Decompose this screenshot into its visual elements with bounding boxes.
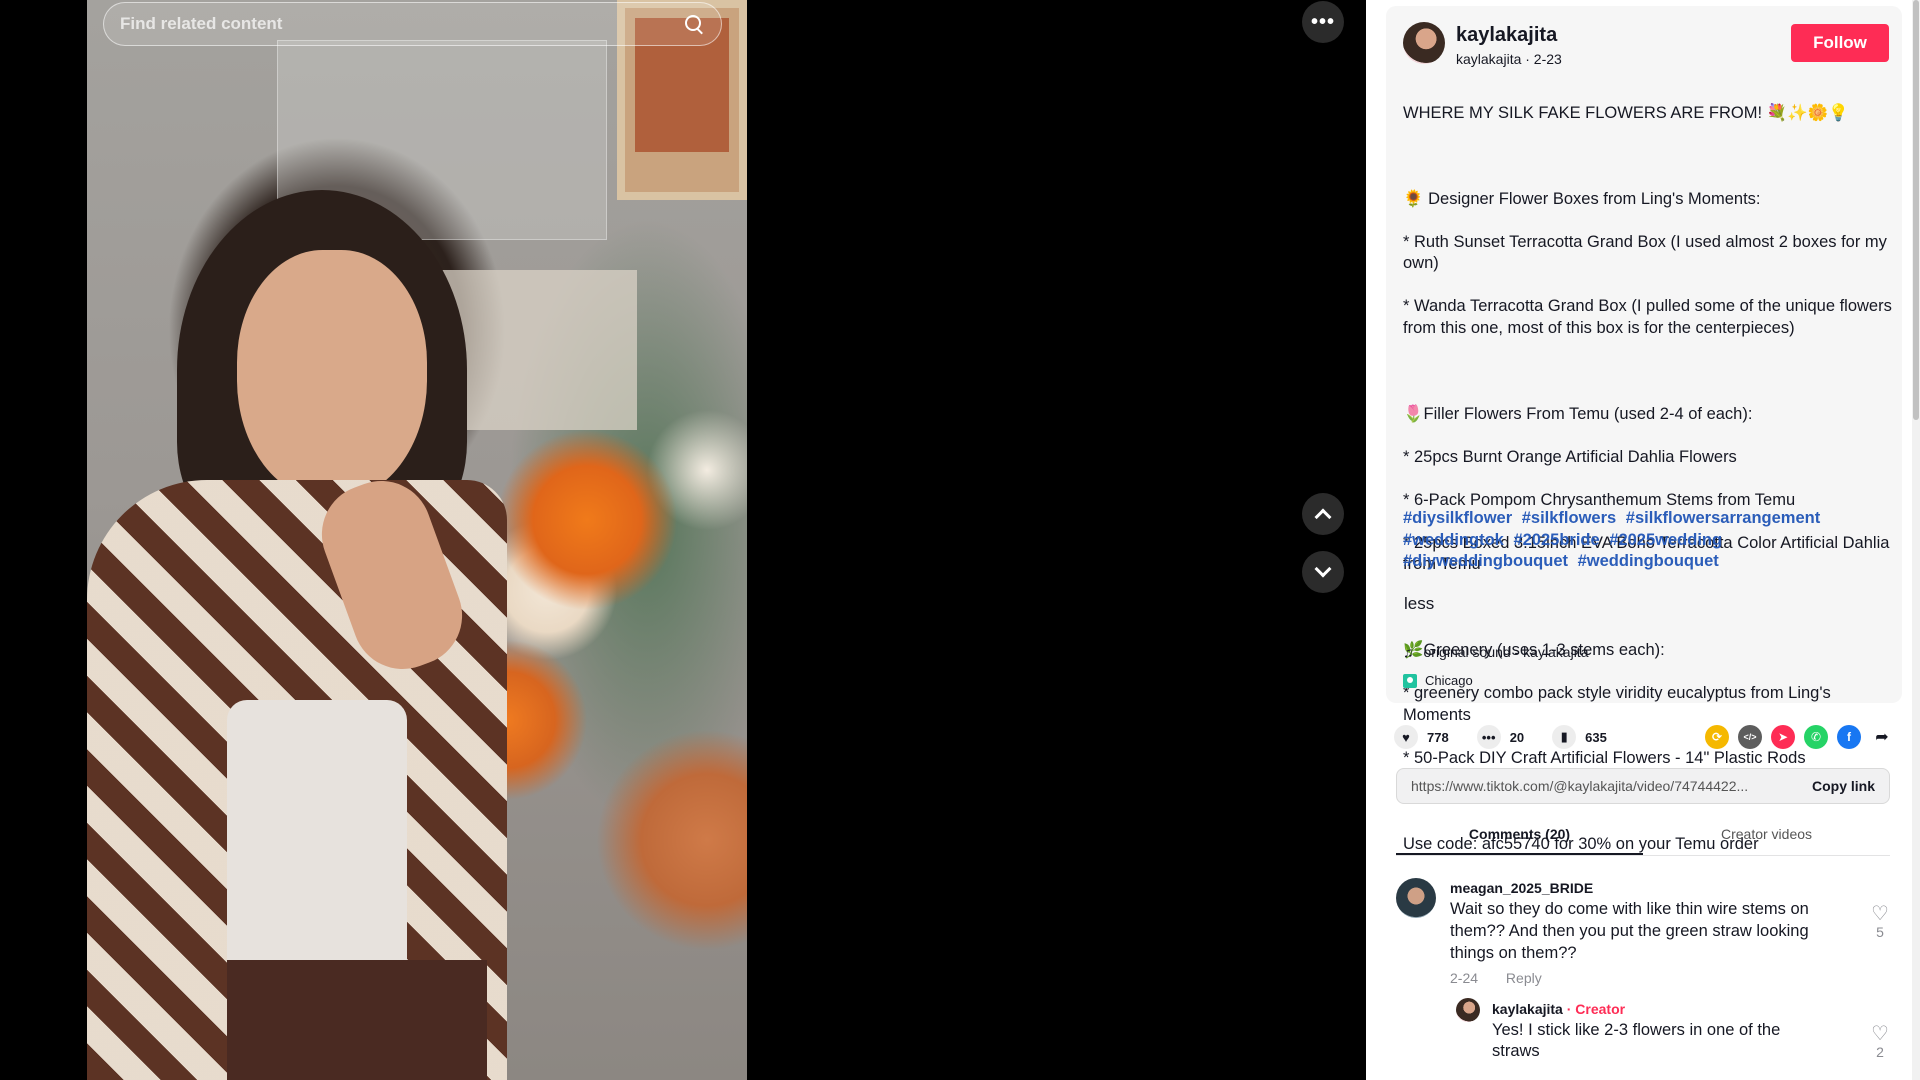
- video-area: Find related content •••: [0, 0, 1366, 1080]
- comment-like-count: 5: [1876, 924, 1884, 940]
- hashtag-link[interactable]: #diysilkflower: [1403, 509, 1512, 527]
- location-label: Chicago: [1425, 673, 1473, 688]
- whatsapp-icon[interactable]: ✆: [1804, 725, 1828, 749]
- chevron-up-icon: [1314, 508, 1332, 526]
- panel-tabs: Comments (20) Creator videos: [1396, 818, 1890, 856]
- author-handle-date: kaylakajita · 2-23: [1456, 51, 1562, 67]
- search-input[interactable]: Find related content: [120, 14, 683, 34]
- search-icon[interactable]: [683, 13, 705, 35]
- reply-user[interactable]: kaylakajita · Creator: [1492, 1001, 1625, 1017]
- sound-label: original sound - kaylakajita: [1423, 644, 1589, 660]
- heart-outline-icon: ♡: [1871, 903, 1889, 925]
- comment-icon: •••: [1476, 725, 1501, 749]
- share-icons: ⟳ </> ➤ ✆ f ➦: [1705, 725, 1894, 749]
- hashtag-link[interactable]: #weddingtok: [1403, 531, 1504, 549]
- reply-button[interactable]: Reply: [1506, 970, 1542, 986]
- hashtag-link[interactable]: #diyweddingbouquet: [1403, 552, 1568, 570]
- description-line: WHERE MY SILK FAKE FLOWERS ARE FROM! 💐✨🌼…: [1403, 103, 1849, 122]
- reply-like[interactable]: ♡ 2: [1870, 1024, 1890, 1060]
- video-link-box: https://www.tiktok.com/@kaylakajita/vide…: [1396, 768, 1890, 804]
- like-button[interactable]: ♥ 778: [1394, 725, 1449, 749]
- embed-icon[interactable]: </>: [1738, 725, 1762, 749]
- panel-scrollbar[interactable]: [1912, 0, 1920, 1080]
- creator-badge: · Creator: [1566, 1001, 1626, 1017]
- author-name[interactable]: kaylakajita: [1456, 24, 1557, 47]
- scrollbar-thumb[interactable]: [1913, 0, 1919, 420]
- follow-button[interactable]: Follow: [1791, 24, 1889, 62]
- chevron-down-icon: [1314, 560, 1332, 578]
- app-root: Find related content ••• kaylakajita kay…: [0, 0, 1920, 1080]
- heart-outline-icon: ♡: [1871, 1023, 1889, 1045]
- search-bar[interactable]: Find related content: [103, 2, 722, 46]
- next-video-button[interactable]: [1302, 551, 1344, 593]
- hashtag-link[interactable]: #silkflowers: [1522, 509, 1616, 527]
- description-line: 🌷Filler Flowers From Temu (used 2-4 of e…: [1403, 404, 1753, 423]
- description-line: * 25pcs Burnt Orange Artificial Dahlia F…: [1403, 447, 1737, 466]
- description-line: * Ruth Sunset Terracotta Grand Box (I us…: [1403, 232, 1887, 273]
- more-icon: •••: [1310, 10, 1335, 33]
- author-avatar[interactable]: [1403, 22, 1445, 64]
- reply-like-count: 2: [1876, 1044, 1884, 1060]
- tab-creator-videos[interactable]: Creator videos: [1643, 818, 1890, 855]
- video-link-url[interactable]: https://www.tiktok.com/@kaylakajita/vide…: [1411, 778, 1798, 794]
- comment-meta: 2-24 Reply: [1450, 970, 1542, 986]
- description-line: 🌻 Designer Flower Boxes from Ling's Mome…: [1403, 189, 1761, 208]
- hashtag-list: #diysilkflower #silkflowers #silkflowers…: [1403, 508, 1893, 573]
- video-person-face: [237, 250, 427, 500]
- description-line: * greenery combo pack style viridity euc…: [1403, 684, 1831, 724]
- save-count: 635: [1585, 729, 1607, 745]
- hashtag-link[interactable]: #2025bride: [1513, 531, 1599, 549]
- comment-button[interactable]: ••• 20: [1476, 725, 1525, 749]
- description-line: [1403, 597, 1893, 619]
- facebook-icon[interactable]: f: [1837, 725, 1861, 749]
- reply-text: Yes! I stick like 2-3 flowers in one of …: [1492, 1021, 1781, 1060]
- description-card: kaylakajita kaylakajita · 2-23 Follow WH…: [1386, 6, 1902, 853]
- hashtag-link[interactable]: #silkflowersarrangement: [1626, 509, 1820, 527]
- description-line: [1403, 146, 1893, 168]
- video-player[interactable]: [87, 0, 747, 1080]
- tab-comments[interactable]: Comments (20): [1396, 818, 1643, 855]
- hashtag-link[interactable]: #2025wedding: [1609, 531, 1722, 549]
- comment-item: meagan_2025_BRIDE Wait so they do come w…: [1396, 878, 1890, 988]
- location-pin-icon: [1403, 673, 1417, 688]
- copy-link-button[interactable]: Copy link: [1812, 778, 1875, 794]
- comment-count: 20: [1509, 729, 1525, 745]
- less-toggle[interactable]: less: [1404, 594, 1434, 614]
- description-line: [1403, 361, 1893, 383]
- description-line: * Wanda Terracotta Grand Box (I pulled s…: [1403, 297, 1892, 337]
- video-person-pants: [227, 960, 487, 1080]
- more-options-button[interactable]: •••: [1302, 1, 1344, 43]
- commenter-avatar[interactable]: [1396, 878, 1436, 918]
- location-tag[interactable]: Chicago: [1403, 673, 1473, 688]
- sound-link[interactable]: ♫ original sound - kaylakajita: [1403, 644, 1588, 660]
- share-arrow-icon[interactable]: ➦: [1870, 725, 1894, 749]
- like-count: 778: [1427, 729, 1449, 745]
- repost-icon[interactable]: ⟳: [1705, 725, 1729, 749]
- comment-date: 2-24: [1450, 970, 1479, 986]
- hashtag-link[interactable]: #weddingbouquet: [1578, 552, 1719, 570]
- action-bar: ♥ 778 ••• 20 ▮ 635 ⟳ </> ➤ ✆ f ➦: [1394, 722, 1894, 752]
- comment-text: Wait so they do come with like thin wire…: [1450, 900, 1809, 962]
- heart-icon: ♥: [1394, 725, 1418, 749]
- reply-item: kaylakajita · Creator Yes! I stick like …: [1456, 998, 1890, 1068]
- video-description: WHERE MY SILK FAKE FLOWERS ARE FROM! 💐✨🌼…: [1403, 81, 1893, 877]
- previous-video-button[interactable]: [1302, 493, 1344, 535]
- reply-username: kaylakajita: [1492, 1001, 1563, 1017]
- send-icon[interactable]: ➤: [1771, 725, 1795, 749]
- save-button[interactable]: ▮ 635: [1552, 725, 1607, 749]
- bookmark-icon: ▮: [1552, 725, 1577, 749]
- author-row: kaylakajita kaylakajita · 2-23 Follow: [1403, 22, 1889, 72]
- details-panel: kaylakajita kaylakajita · 2-23 Follow WH…: [1366, 0, 1920, 1080]
- music-note-icon: ♫: [1403, 644, 1414, 660]
- commenter-name[interactable]: meagan_2025_BRIDE: [1450, 880, 1593, 896]
- comment-like[interactable]: ♡ 5: [1870, 904, 1890, 940]
- reply-avatar[interactable]: [1456, 998, 1480, 1022]
